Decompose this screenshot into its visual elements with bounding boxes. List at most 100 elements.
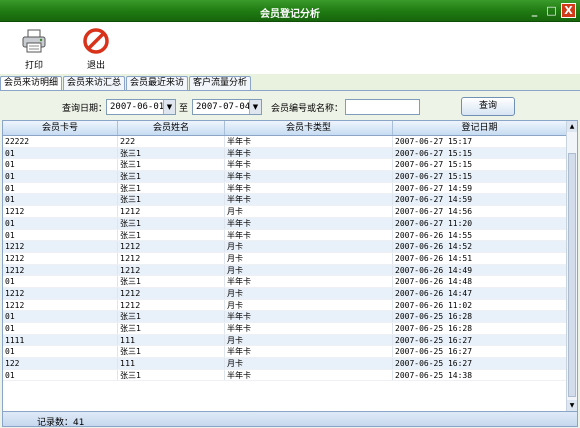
- window-controls: _ □ X: [527, 3, 576, 18]
- cell-card-no: 01: [3, 311, 118, 322]
- tab-visit-detail[interactable]: 会员来访明细: [0, 76, 63, 90]
- table-row[interactable]: 1212 1212 月卡 2007-06-26 14:49: [3, 264, 567, 277]
- chevron-down-icon[interactable]: ▼: [249, 100, 261, 114]
- table-row[interactable]: 22222 222 半年卡 2007-06-27 15:17: [3, 136, 567, 148]
- table-row[interactable]: 1212 1212 月卡 2007-06-26 11:02: [3, 299, 567, 312]
- table-row[interactable]: 01 张三1 半年卡 2007-06-25 16:28: [3, 311, 567, 323]
- table-row[interactable]: 01 张三1 半年卡 2007-06-27 15:15: [3, 159, 567, 172]
- cell-date: 2007-06-27 15:15: [393, 159, 567, 171]
- maximize-button[interactable]: □: [544, 3, 559, 18]
- cell-card-no: 1212: [3, 241, 118, 252]
- cell-name: 111: [118, 334, 225, 346]
- table-row[interactable]: 1212 1212 月卡 2007-06-27 14:56: [3, 206, 567, 218]
- record-count: 记录数：41: [37, 418, 85, 427]
- print-button[interactable]: 打印: [14, 28, 54, 71]
- cell-card-type: 月卡: [225, 287, 393, 299]
- cell-name: 1212: [118, 299, 225, 311]
- scroll-thumb[interactable]: [568, 153, 576, 397]
- cell-card-type: 半年卡: [225, 194, 393, 206]
- start-date-select[interactable]: 2007-06-01 ▼: [106, 99, 176, 115]
- column-header-date[interactable]: 登记日期: [393, 121, 567, 135]
- table-row[interactable]: 01 张三1 半年卡 2007-06-27 15:15: [3, 171, 567, 183]
- member-search-input[interactable]: [345, 99, 420, 115]
- data-grid[interactable]: 会员卡号 会员姓名 会员卡类型 登记日期 22222 222 半年卡 2007-06-…: [2, 120, 578, 427]
- printer-icon: [21, 28, 47, 54]
- table-row[interactable]: 01 张三1 半年卡 2007-06-27 14:59: [3, 194, 567, 207]
- cell-date: 2007-06-27 11:20: [393, 217, 567, 229]
- table-row[interactable]: 122 111 月卡 2007-06-25 16:27: [3, 358, 567, 370]
- cell-date: 2007-06-27 14:59: [393, 194, 567, 206]
- cell-date: 2007-06-25 16:27: [393, 346, 567, 358]
- table-row[interactable]: 01 张三1 半年卡 2007-06-27 11:20: [3, 217, 567, 230]
- cell-card-type: 月卡: [225, 334, 393, 346]
- cell-card-no: 1111: [3, 334, 118, 346]
- table-row[interactable]: 1212 1212 月卡 2007-06-26 14:47: [3, 287, 567, 300]
- cell-card-type: 半年卡: [225, 323, 393, 334]
- cell-name: 张三1: [118, 311, 225, 322]
- table-row[interactable]: 1212 1212 月卡 2007-06-26 14:51: [3, 252, 567, 265]
- cell-card-no: 1212: [3, 299, 118, 311]
- exit-button[interactable]: 退出: [76, 28, 116, 71]
- cell-name: 1212: [118, 264, 225, 276]
- table-row[interactable]: 01 张三1 半年卡 2007-06-25 14:38: [3, 369, 567, 382]
- cell-card-no: 22222: [3, 136, 118, 147]
- close-button[interactable]: X: [561, 3, 576, 18]
- grid-rows: 22222 222 半年卡 2007-06-27 15:17 01 张三1 半年卡 2007-…: [3, 136, 567, 382]
- cell-name: 张三1: [118, 217, 225, 229]
- cell-date: 2007-06-27 15:15: [393, 171, 567, 182]
- window-title: 会员登记分析: [260, 9, 320, 20]
- table-row[interactable]: 01 张三1 半年卡 2007-06-27 15:15: [3, 147, 567, 160]
- cell-date: 2007-06-25 16:28: [393, 311, 567, 322]
- table-row[interactable]: 01 张三1 半年卡 2007-06-26 14:55: [3, 229, 567, 242]
- chevron-down-icon[interactable]: ▼: [163, 100, 175, 114]
- vertical-scrollbar[interactable]: ▲ ▼: [566, 121, 577, 411]
- cell-date: 2007-06-27 15:15: [393, 147, 567, 159]
- table-row[interactable]: 01 张三1 半年卡 2007-06-25 16:28: [3, 323, 567, 335]
- table-row[interactable]: 1212 1212 月卡 2007-06-26 14:52: [3, 241, 567, 253]
- cell-card-type: 半年卡: [225, 311, 393, 322]
- tab-strip: 会员来访明细 会员来访汇总 会员最近来访 客户流量分析: [0, 76, 252, 90]
- cell-name: 张三1: [118, 369, 225, 381]
- cell-date: 2007-06-26 14:47: [393, 287, 567, 299]
- minimize-button[interactable]: _: [527, 3, 542, 18]
- table-row[interactable]: 01 张三1 半年卡 2007-06-27 14:59: [3, 182, 567, 195]
- cell-date: 2007-06-25 14:38: [393, 369, 567, 381]
- cell-card-type: 半年卡: [225, 346, 393, 358]
- cell-card-type: 月卡: [225, 299, 393, 311]
- column-header-name[interactable]: 会员姓名: [118, 121, 225, 135]
- cell-card-no: 01: [3, 159, 118, 171]
- cell-card-no: 01: [3, 323, 118, 334]
- cell-card-type: 半年卡: [225, 182, 393, 194]
- cell-card-no: 01: [3, 194, 118, 206]
- tab-recent-visits[interactable]: 会员最近来访: [126, 76, 189, 90]
- search-button[interactable]: 查询: [461, 97, 515, 116]
- tab-traffic-analysis[interactable]: 客户流量分析: [189, 76, 252, 90]
- cell-card-no: 01: [3, 171, 118, 182]
- cell-date: 2007-06-27 15:17: [393, 136, 567, 147]
- toolbar: 打印 退出: [0, 22, 580, 74]
- cell-card-type: 月卡: [225, 264, 393, 276]
- end-date-select[interactable]: 2007-07-04 ▼: [192, 99, 262, 115]
- cell-card-type: 半年卡: [225, 171, 393, 182]
- cell-name: 张三1: [118, 194, 225, 206]
- cell-name: 张三1: [118, 182, 225, 194]
- cell-name: 张三1: [118, 323, 225, 334]
- table-row[interactable]: 01 张三1 半年卡 2007-06-26 14:48: [3, 276, 567, 288]
- cell-card-no: 01: [3, 217, 118, 229]
- cell-card-no: 01: [3, 147, 118, 159]
- cell-card-type: 月卡: [225, 241, 393, 252]
- cell-name: 张三1: [118, 276, 225, 287]
- column-header-card-type[interactable]: 会员卡类型: [225, 121, 393, 135]
- cell-card-type: 半年卡: [225, 159, 393, 171]
- member-label: 会员编号或名称：: [271, 104, 344, 114]
- cell-name: 222: [118, 136, 225, 147]
- print-label: 打印: [24, 61, 43, 71]
- scroll-up-icon[interactable]: ▲: [567, 121, 577, 132]
- column-header-card-no[interactable]: 会员卡号: [3, 121, 118, 135]
- table-row[interactable]: 1111 111 月卡 2007-06-25 16:27: [3, 334, 567, 347]
- table-row[interactable]: 01 张三1 半年卡 2007-06-25 16:27: [3, 346, 567, 359]
- tab-visit-summary[interactable]: 会员来访汇总: [63, 76, 126, 90]
- cell-card-no: 122: [3, 358, 118, 369]
- tab-panel: 查询日期： 2007-06-01 ▼ 至 2007-07-04 ▼ 会员编号或名…: [0, 90, 580, 428]
- scroll-down-icon[interactable]: ▼: [567, 400, 577, 411]
